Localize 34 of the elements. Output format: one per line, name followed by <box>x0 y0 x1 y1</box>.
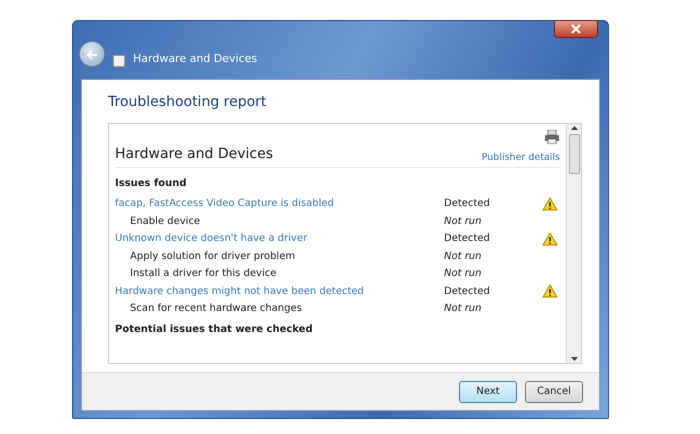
warning-icon <box>542 196 558 211</box>
dialog-button[interactable]: Cancel <box>525 380 583 402</box>
close-icon <box>571 24 581 34</box>
close-button[interactable] <box>554 20 598 38</box>
section-heading: Issues found <box>115 177 188 191</box>
status-text: Not run <box>444 267 482 282</box>
solution-text: Install a driver for this device <box>129 268 276 280</box>
window-title: Hardware and Devices <box>133 50 258 66</box>
status-text: Not run <box>444 214 482 229</box>
solution-text: Apply solution for driver problem <box>129 250 296 262</box>
status-text: Not run <box>444 250 482 264</box>
section-heading: Potential issues that were checked <box>115 322 314 336</box>
window-icon <box>113 55 125 67</box>
solution-text: Enable device <box>129 216 200 227</box>
status-text: Not run <box>444 302 482 316</box>
issue-link[interactable]: Unknown device doesn't have a driver <box>115 233 308 244</box>
status-text: Detected <box>444 232 491 246</box>
publisher-details-link[interactable]: Publisher details <box>482 150 560 165</box>
issue-link[interactable]: facap, FastAccess Video Capture is disabled <box>115 198 334 210</box>
scroll-up-icon[interactable] <box>570 124 578 132</box>
warning-icon <box>542 284 558 298</box>
page-title: Troubleshooting report <box>108 93 268 112</box>
solution-text: Scan for recent hardware changes <box>129 303 302 314</box>
back-button[interactable] <box>79 41 105 67</box>
scroll-down-icon[interactable] <box>570 355 578 363</box>
status-text: Detected <box>444 197 491 212</box>
scrollbar[interactable] <box>566 124 581 363</box>
printer-icon[interactable] <box>544 130 560 144</box>
status-text: Detected <box>444 284 491 299</box>
dialog-button[interactable]: Next <box>459 380 517 402</box>
scroll-thumb[interactable] <box>568 134 580 174</box>
report-heading: Hardware and Devices <box>115 145 274 164</box>
warning-icon <box>542 232 558 246</box>
issue-link[interactable]: Hardware changes might not have been detected <box>115 286 364 297</box>
